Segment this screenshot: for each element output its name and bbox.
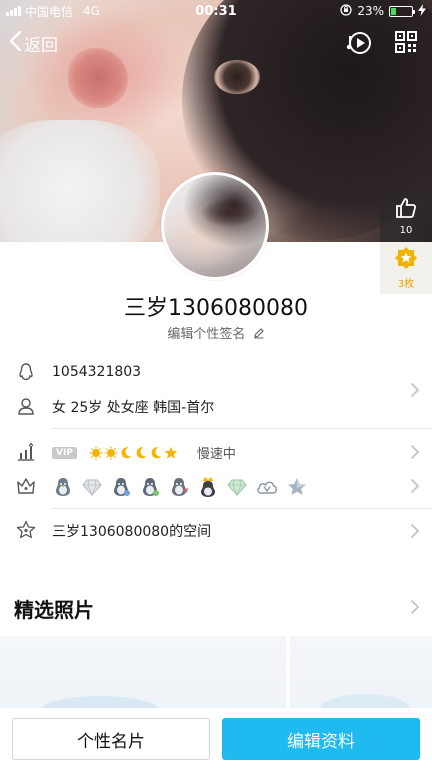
chevron-right-icon	[410, 382, 420, 398]
star-count: 3枚	[397, 279, 415, 290]
edit-profile-button[interactable]: 编辑资料	[222, 718, 420, 760]
chevron-right-icon	[410, 599, 420, 619]
network-type: 4G	[83, 4, 100, 18]
profile-details-row[interactable]: 女 25岁 处女座 韩国-首尔	[0, 380, 432, 426]
photo-separator	[286, 636, 290, 718]
penguin-icon	[16, 362, 36, 382]
space-label: 三岁1306080080的空间	[52, 524, 212, 540]
pencil-icon	[250, 327, 265, 342]
moon-icon	[149, 446, 163, 460]
section-title: 精选照片	[14, 598, 94, 622]
speed-status: 慢速中	[196, 447, 236, 462]
star-gift-button[interactable]: 3枚	[380, 242, 432, 294]
user-details: 女 25岁 处女座 韩国-首尔	[52, 400, 215, 416]
nickname: 三岁1306080080	[124, 296, 308, 321]
signal-icon	[6, 6, 21, 16]
back-label: 返回	[24, 36, 58, 56]
penguin-badge-icon	[139, 476, 161, 498]
qq-number: 1054321803	[52, 364, 142, 380]
level-chart-icon	[16, 442, 36, 462]
star-icon	[164, 446, 178, 460]
cloud-v-icon	[255, 476, 279, 498]
chevron-right-icon	[410, 478, 420, 494]
moon-icon	[119, 446, 133, 460]
featured-photo-grid[interactable]	[0, 636, 432, 726]
edit-signature-link[interactable]: 编辑个性签名	[0, 323, 432, 342]
vip-badge: VIP	[52, 446, 77, 459]
space-row[interactable]: 三岁1306080080的空间	[0, 518, 432, 544]
cover-eye-shape	[214, 60, 260, 94]
level-row[interactable]: VIP 慢速中	[0, 440, 432, 466]
silver-star-icon	[286, 476, 308, 498]
moon-icon	[134, 446, 148, 460]
star-badge-icon	[394, 246, 418, 273]
divider	[52, 428, 432, 429]
battery-percent: 23%	[357, 4, 384, 18]
bottom-bar: 个性名片 编辑资料	[0, 708, 432, 768]
sun-icon	[89, 446, 103, 460]
battery-icon	[389, 5, 415, 17]
like-button[interactable]: 10	[380, 190, 432, 242]
diamond-icon	[81, 476, 103, 498]
status-bar: 中国电信 4G 00:31 23%	[0, 0, 432, 22]
avatar[interactable]	[161, 172, 269, 280]
crown-icon	[16, 476, 36, 496]
penguin-badge-icon	[52, 476, 74, 498]
penguin-badge-icon	[110, 476, 132, 498]
top-nav: 返回	[0, 26, 432, 62]
penguin-badge-icon	[168, 476, 190, 498]
carrier-name: 中国电信	[25, 4, 74, 19]
signature-label: 编辑个性签名	[167, 327, 246, 342]
level-info: VIP 慢速中	[52, 443, 236, 462]
back-button[interactable]: 返回	[8, 30, 58, 57]
crowned-penguin-icon	[197, 476, 219, 498]
profile-card-button[interactable]: 个性名片	[12, 718, 210, 760]
star-outline-icon	[16, 520, 36, 540]
rotation-lock-icon	[340, 3, 352, 19]
badge-icons	[52, 476, 308, 498]
level-icons	[89, 446, 178, 460]
cover-pillow-shape	[0, 120, 160, 242]
sun-icon	[104, 446, 118, 460]
qr-code-icon[interactable]	[394, 30, 418, 60]
likes-count: 10	[399, 225, 413, 236]
charging-icon	[418, 3, 426, 19]
divider	[52, 508, 432, 509]
music-play-icon[interactable]	[346, 30, 372, 60]
chevron-right-icon	[410, 523, 420, 539]
thumbs-up-icon	[394, 196, 418, 223]
person-icon	[16, 396, 36, 416]
green-diamond-icon	[226, 476, 248, 498]
chevron-left-icon	[8, 30, 22, 57]
chevron-right-icon	[410, 444, 420, 460]
